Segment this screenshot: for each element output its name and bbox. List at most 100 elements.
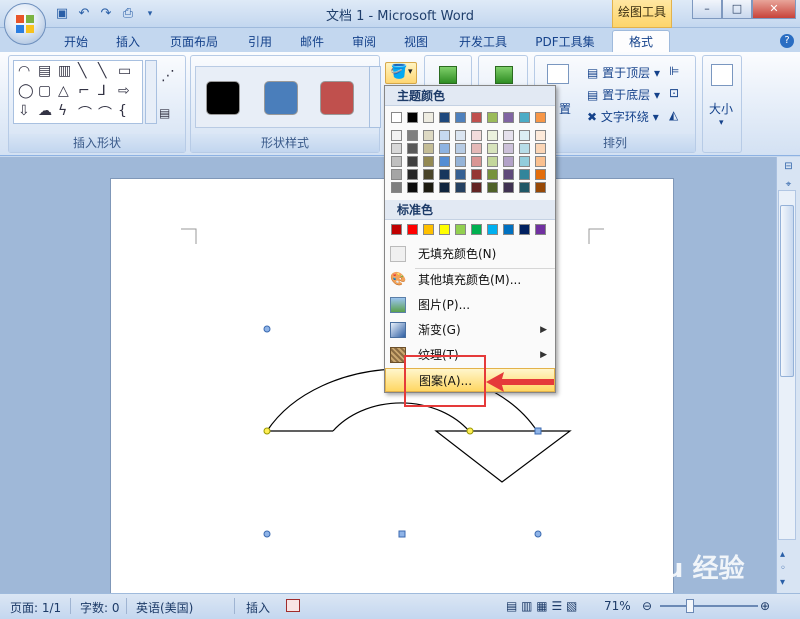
- theme-color-swatch[interactable]: [487, 112, 498, 123]
- adjust-handle[interactable]: [263, 427, 271, 435]
- tab-format[interactable]: 格式: [612, 30, 670, 53]
- tab-pdf-tools[interactable]: PDF工具集: [530, 32, 600, 52]
- theme-color-swatch[interactable]: [391, 112, 402, 123]
- style-swatch-black[interactable]: [206, 81, 240, 115]
- theme-shade-swatch[interactable]: [471, 156, 482, 167]
- theme-shade-swatch[interactable]: [407, 156, 418, 167]
- standard-color-swatch[interactable]: [423, 224, 434, 235]
- standard-color-swatch[interactable]: [455, 224, 466, 235]
- theme-shade-swatch[interactable]: [455, 143, 466, 154]
- line2-shape-icon[interactable]: ╲: [98, 63, 106, 79]
- size-dropdown-icon[interactable]: ▾: [719, 118, 724, 128]
- theme-color-swatch[interactable]: [519, 112, 530, 123]
- theme-shade-swatch[interactable]: [391, 169, 402, 180]
- styles-scroll[interactable]: [369, 66, 381, 128]
- theme-shade-swatch[interactable]: [439, 169, 450, 180]
- textbox-insert-icon[interactable]: ▤: [159, 106, 170, 120]
- rounded-rect-icon[interactable]: ▢: [38, 83, 51, 99]
- theme-color-swatch[interactable]: [535, 112, 546, 123]
- page-nav-icons[interactable]: ▴ ◦ ▾: [780, 548, 786, 590]
- scrollbar-thumb[interactable]: [780, 205, 794, 377]
- align-icon[interactable]: ⊫: [669, 64, 679, 78]
- page-count[interactable]: 页面: 1/1: [10, 599, 61, 616]
- theme-shade-swatch[interactable]: [535, 182, 546, 193]
- standard-color-swatch[interactable]: [487, 224, 498, 235]
- standard-color-swatch[interactable]: [535, 224, 546, 235]
- theme-shade-swatch[interactable]: [471, 143, 482, 154]
- down-arrow-shape-icon[interactable]: ⇩: [18, 103, 30, 119]
- theme-shade-swatch[interactable]: [423, 182, 434, 193]
- line-shape-icon[interactable]: ╲: [78, 63, 86, 79]
- theme-shade-swatch[interactable]: [439, 130, 450, 141]
- connector-shape-icon[interactable]: ⌐: [78, 83, 90, 99]
- bring-to-front-button[interactable]: ▤ 置于顶层 ▾: [587, 64, 660, 81]
- theme-shade-swatch[interactable]: [487, 182, 498, 193]
- right-arrow-shape-icon[interactable]: ⇨: [118, 83, 130, 99]
- triangle-shape-icon[interactable]: △: [58, 83, 69, 99]
- tab-mailings[interactable]: 邮件: [294, 32, 330, 52]
- theme-shade-swatch[interactable]: [519, 143, 530, 154]
- theme-shade-swatch[interactable]: [407, 143, 418, 154]
- elbow-connector-icon[interactable]: ⅃: [98, 83, 106, 99]
- theme-shade-swatch[interactable]: [407, 169, 418, 180]
- tab-insert[interactable]: 插入: [110, 32, 146, 52]
- arrow-shape-head[interactable]: [434, 430, 572, 483]
- theme-color-swatch[interactable]: [407, 112, 418, 123]
- theme-shade-swatch[interactable]: [391, 182, 402, 193]
- cloud-shape-icon[interactable]: ☁: [38, 103, 52, 119]
- office-button[interactable]: [4, 3, 46, 45]
- theme-shade-swatch[interactable]: [503, 156, 514, 167]
- close-button[interactable]: ✕: [752, 0, 796, 19]
- standard-color-swatch[interactable]: [391, 224, 402, 235]
- theme-shade-swatch[interactable]: [423, 143, 434, 154]
- ruler-toggle-icon[interactable]: ⊟: [782, 161, 796, 175]
- size-icon[interactable]: [711, 64, 733, 86]
- help-icon[interactable]: ?: [780, 34, 794, 48]
- theme-shade-swatch[interactable]: [519, 156, 530, 167]
- theme-shade-swatch[interactable]: [535, 143, 546, 154]
- resize-handle[interactable]: [398, 530, 406, 538]
- word-count[interactable]: 字数: 0: [80, 599, 120, 616]
- theme-shade-swatch[interactable]: [391, 143, 402, 154]
- curve-shape-icon[interactable]: ⌒: [78, 103, 92, 123]
- theme-shade-swatch[interactable]: [423, 156, 434, 167]
- shapes-gallery[interactable]: ◠ ▤ ▥ ╲ ╲ ▭ ◯ ▢ △ ⌐ ⅃ ⇨ ⇩ ☁ ϟ ⌒ ⌒ {: [13, 60, 143, 124]
- theme-shade-swatch[interactable]: [471, 130, 482, 141]
- theme-color-swatch[interactable]: [423, 112, 434, 123]
- zoom-slider-thumb[interactable]: [686, 599, 694, 613]
- theme-shade-swatch[interactable]: [503, 169, 514, 180]
- position-icon[interactable]: [547, 64, 569, 84]
- zoom-out-icon[interactable]: ⊖: [642, 599, 652, 613]
- theme-shade-swatch[interactable]: [471, 169, 482, 180]
- tab-home[interactable]: 开始: [58, 32, 94, 52]
- style-swatch-red[interactable]: [320, 81, 354, 115]
- style-swatch-blue[interactable]: [264, 81, 298, 115]
- theme-shade-swatch[interactable]: [455, 182, 466, 193]
- theme-shade-swatch[interactable]: [455, 130, 466, 141]
- picture-fill-item[interactable]: 图片(P)...: [385, 293, 555, 317]
- freeform-shape-icon[interactable]: ⌒: [98, 103, 112, 123]
- theme-shade-swatch[interactable]: [407, 130, 418, 141]
- view-buttons[interactable]: ▤ ▥ ▦ ☰ ▧: [506, 599, 577, 613]
- insert-mode[interactable]: 插入: [246, 599, 270, 616]
- 3d-effects-icon[interactable]: [495, 66, 513, 84]
- adjust-handle[interactable]: [466, 427, 474, 435]
- theme-shade-swatch[interactable]: [519, 130, 530, 141]
- gradient-fill-item[interactable]: 渐变(G) ▶: [385, 318, 555, 342]
- theme-shade-swatch[interactable]: [423, 130, 434, 141]
- more-fill-colors-item[interactable]: 🎨 其他填充颜色(M)...: [385, 268, 555, 292]
- zoom-slider[interactable]: [660, 605, 758, 607]
- arrow-shape-inner-arc[interactable]: [332, 402, 470, 432]
- tab-review[interactable]: 审阅: [346, 32, 382, 52]
- tab-page-layout[interactable]: 页面布局: [163, 32, 225, 52]
- rectangle-shape-icon[interactable]: ▭: [118, 63, 131, 79]
- standard-color-swatch[interactable]: [503, 224, 514, 235]
- theme-shade-swatch[interactable]: [503, 143, 514, 154]
- theme-shade-swatch[interactable]: [503, 182, 514, 193]
- theme-color-swatch[interactable]: [455, 112, 466, 123]
- text-wrap-button[interactable]: ✖ 文字环绕 ▾: [587, 108, 659, 125]
- lightning-shape-icon[interactable]: ϟ: [58, 103, 67, 119]
- tab-references[interactable]: 引用: [242, 32, 278, 52]
- group-icon[interactable]: ⊡: [669, 86, 679, 100]
- tab-developer[interactable]: 开发工具: [452, 32, 514, 52]
